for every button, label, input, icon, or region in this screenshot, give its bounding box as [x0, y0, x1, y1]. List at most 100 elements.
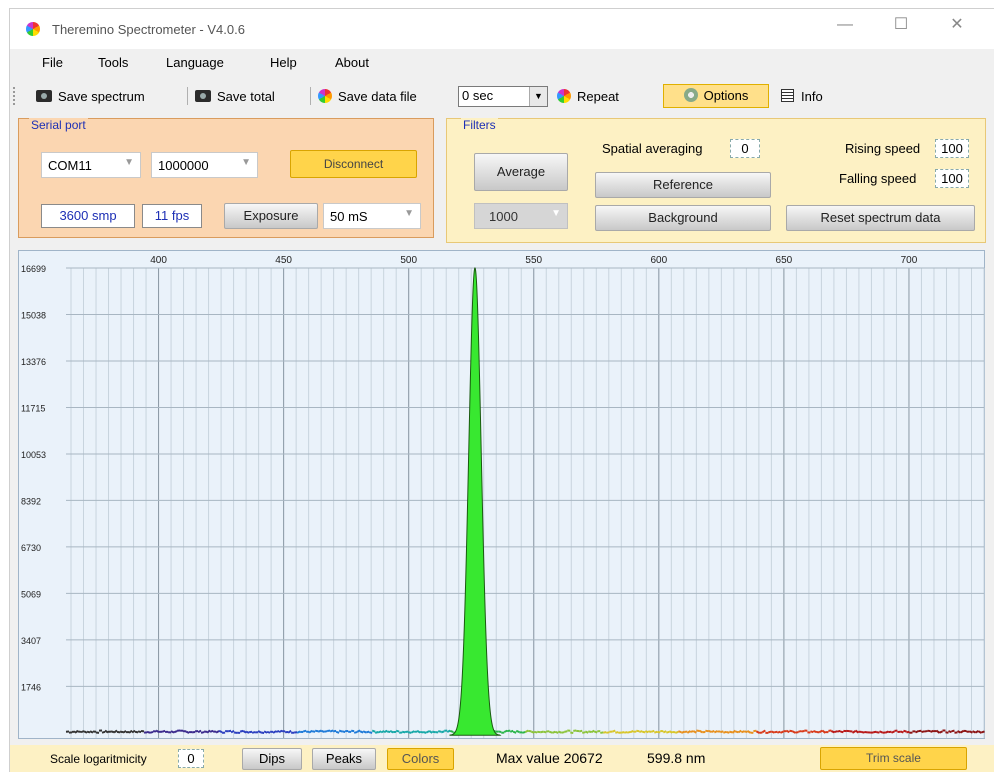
exposure-button[interactable]: Exposure	[224, 203, 318, 229]
baseline-trace	[669, 731, 672, 733]
options-label: Options	[704, 88, 749, 103]
rising-speed-field[interactable]: 100	[935, 139, 969, 158]
baseline-trace	[330, 730, 333, 731]
save-data-file-button[interactable]: Save data file	[318, 86, 417, 107]
baud-value: 1000000	[158, 158, 209, 173]
port-select[interactable]: COM11 ▼	[41, 152, 141, 178]
chevron-down-icon[interactable]: ▼	[529, 87, 547, 106]
baseline-trace	[873, 732, 876, 733]
camera-icon	[36, 90, 52, 102]
baseline-trace	[552, 732, 555, 733]
baseline-trace	[906, 732, 909, 733]
background-button[interactable]: Background	[595, 205, 771, 231]
menu-tools[interactable]: Tools	[98, 55, 128, 70]
save-data-file-label: Save data file	[338, 89, 417, 104]
exposure-select[interactable]: 50 mS ▼	[323, 203, 421, 229]
scale-log-field[interactable]: 0	[178, 749, 204, 768]
baseline-trace	[516, 731, 519, 732]
menu-about[interactable]: About	[335, 55, 369, 70]
baseline-trace	[594, 731, 597, 732]
menu-language[interactable]: Language	[166, 55, 224, 70]
average-value: 1000	[489, 209, 518, 224]
baseline-trace	[549, 732, 552, 733]
peaks-button[interactable]: Peaks	[312, 748, 376, 770]
spatial-averaging-field[interactable]: 0	[730, 139, 760, 158]
save-total-label: Save total	[217, 89, 275, 104]
baseline-trace	[102, 732, 105, 733]
baseline-trace	[861, 732, 864, 733]
baseline-trace	[630, 731, 633, 732]
colors-button[interactable]: Colors	[387, 748, 454, 770]
baseline-trace	[210, 731, 213, 732]
baseline-trace	[837, 731, 840, 732]
maximize-button[interactable]: ☐	[878, 9, 924, 41]
baseline-trace	[303, 731, 306, 732]
baseline-trace	[810, 731, 813, 732]
repeat-button[interactable]: Repeat	[557, 86, 619, 107]
baseline-trace	[774, 732, 777, 733]
baseline-trace	[615, 732, 618, 733]
minimize-button[interactable]: —	[822, 9, 868, 41]
x-tick-label: 650	[776, 255, 793, 266]
baseline-trace	[117, 732, 120, 733]
app-logo-icon	[26, 22, 40, 36]
trim-scale-button[interactable]: Trim scale	[820, 747, 967, 770]
baseline-trace	[903, 731, 906, 732]
baseline-trace	[777, 732, 780, 733]
options-button[interactable]: Options	[663, 84, 769, 108]
average-select[interactable]: 1000 ▼	[474, 203, 568, 229]
baseline-trace	[792, 731, 795, 733]
toolbar-grip[interactable]	[13, 87, 15, 105]
y-tick-label: 13376	[21, 357, 46, 367]
app-window: Theremino Spectrometer - V4.0.6 — ☐ ✕ Fi…	[9, 8, 994, 772]
menu-file[interactable]: File	[42, 55, 63, 70]
menu-help[interactable]: Help	[270, 55, 297, 70]
baseline-trace	[876, 732, 879, 733]
baseline-trace	[396, 731, 399, 732]
baseline-trace	[273, 731, 276, 733]
reset-spectrum-button[interactable]: Reset spectrum data	[786, 205, 975, 231]
y-tick-label: 10053	[21, 450, 46, 460]
baseline-trace	[666, 732, 669, 733]
baseline-trace	[771, 731, 774, 732]
reference-button[interactable]: Reference	[595, 172, 771, 198]
baseline-trace	[123, 731, 126, 733]
interval-select[interactable]: 0 sec ▼	[458, 86, 548, 107]
baseline-trace	[120, 732, 123, 733]
baseline-trace	[981, 731, 984, 732]
baseline-trace	[429, 731, 432, 733]
dips-button[interactable]: Dips	[242, 748, 302, 770]
baseline-trace	[372, 731, 375, 732]
baseline-trace	[855, 730, 858, 732]
baseline-trace	[642, 732, 645, 733]
baseline-trace	[879, 731, 882, 732]
close-button[interactable]: ✕	[934, 9, 980, 41]
baseline-trace	[198, 731, 201, 733]
y-tick-label: 11715	[21, 403, 45, 413]
baseline-trace	[156, 731, 159, 733]
average-button[interactable]: Average	[474, 153, 568, 191]
baseline-trace	[378, 731, 381, 732]
baseline-trace	[264, 731, 267, 732]
baseline-trace	[711, 731, 714, 732]
save-total-button[interactable]: Save total	[195, 86, 275, 107]
baseline-trace	[558, 731, 561, 732]
disconnect-button[interactable]: Disconnect	[290, 150, 417, 178]
baseline-trace	[960, 731, 963, 733]
baseline-trace	[930, 731, 933, 732]
filters-label: Filters	[461, 118, 498, 132]
interval-value: 0 sec	[462, 88, 493, 103]
save-spectrum-button[interactable]: Save spectrum	[36, 86, 145, 107]
baseline-trace	[951, 731, 954, 732]
baseline-trace	[360, 731, 363, 732]
baseline-trace	[579, 731, 582, 732]
baseline-trace	[762, 730, 765, 732]
baseline-trace	[249, 732, 252, 733]
info-button[interactable]: Info	[781, 86, 823, 107]
baud-select[interactable]: 1000000 ▼	[151, 152, 258, 178]
baseline-trace	[564, 731, 567, 732]
baseline-trace	[336, 732, 339, 733]
spatial-averaging-label: Spatial averaging	[602, 141, 702, 156]
spectrum-chart[interactable]: 400450500550600650700 166991503813376117…	[18, 250, 985, 739]
falling-speed-field[interactable]: 100	[935, 169, 969, 188]
